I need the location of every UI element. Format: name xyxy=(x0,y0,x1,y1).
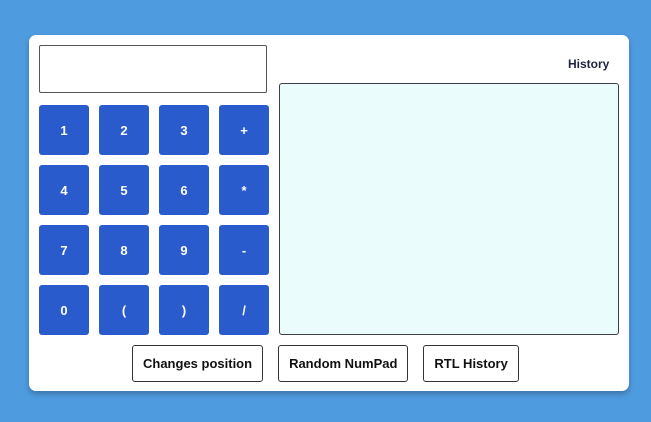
rtl-history-button[interactable]: RTL History xyxy=(423,345,519,382)
calculator-card: 1 2 3 + 4 5 6 * 7 8 9 - 0 ( ) / History … xyxy=(29,35,629,391)
key-2[interactable]: 2 xyxy=(99,105,149,155)
action-bar: Changes position Random NumPad RTL Histo… xyxy=(132,345,519,382)
key-3[interactable]: 3 xyxy=(159,105,209,155)
change-position-button[interactable]: Changes position xyxy=(132,345,264,382)
calculator-display[interactable] xyxy=(39,45,267,93)
key-minus[interactable]: - xyxy=(219,225,269,275)
key-9[interactable]: 9 xyxy=(159,225,209,275)
key-multiply[interactable]: * xyxy=(219,165,269,215)
key-close-paren[interactable]: ) xyxy=(159,285,209,335)
key-8[interactable]: 8 xyxy=(99,225,149,275)
numpad: 1 2 3 + 4 5 6 * 7 8 9 - 0 ( ) / xyxy=(39,105,269,335)
history-panel[interactable] xyxy=(279,83,619,335)
key-plus[interactable]: + xyxy=(219,105,269,155)
random-numpad-button[interactable]: Random NumPad xyxy=(278,345,409,382)
key-1[interactable]: 1 xyxy=(39,105,89,155)
key-4[interactable]: 4 xyxy=(39,165,89,215)
key-6[interactable]: 6 xyxy=(159,165,209,215)
key-5[interactable]: 5 xyxy=(99,165,149,215)
key-0[interactable]: 0 xyxy=(39,285,89,335)
key-open-paren[interactable]: ( xyxy=(99,285,149,335)
key-divide[interactable]: / xyxy=(219,285,269,335)
key-7[interactable]: 7 xyxy=(39,225,89,275)
history-label: History xyxy=(568,57,610,71)
